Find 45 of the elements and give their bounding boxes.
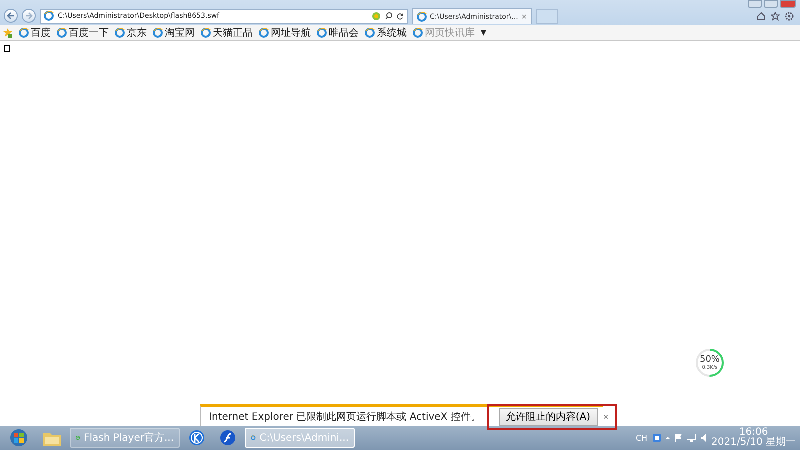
browser-icon xyxy=(201,28,211,38)
input-method-icon[interactable] xyxy=(652,434,661,442)
settings-icon[interactable] xyxy=(785,12,794,20)
forward-button[interactable] xyxy=(22,9,36,23)
search-icon xyxy=(385,12,393,20)
browser-icon xyxy=(57,28,67,38)
favorites-star-icon[interactable] xyxy=(3,28,13,38)
favorite-link[interactable]: 网址导航 xyxy=(259,26,311,40)
browser-icon xyxy=(259,28,269,38)
notification-flag-icon[interactable] xyxy=(674,434,682,442)
home-icon[interactable] xyxy=(757,12,766,20)
folder-icon xyxy=(43,430,61,446)
percent-label: 50% xyxy=(700,355,720,365)
browser-icon xyxy=(153,28,163,38)
favorite-link[interactable]: 唯品会 xyxy=(317,26,359,40)
page-icon xyxy=(44,11,54,21)
refresh-icon xyxy=(397,12,404,20)
favorite-link[interactable]: 系统城 xyxy=(365,26,407,40)
notification-message: Internet Explorer 已限制此网页运行脚本或 ActiveX 控件。 xyxy=(209,410,481,424)
network-icon[interactable] xyxy=(686,434,696,442)
favorite-link[interactable]: 淘宝网 xyxy=(153,26,195,40)
compat-icon xyxy=(372,12,381,20)
browser-icon xyxy=(413,28,423,38)
browser-icon xyxy=(19,28,29,38)
start-orb-icon xyxy=(10,429,28,447)
favorite-link[interactable]: 百度 xyxy=(19,26,51,40)
new-tab-button[interactable] xyxy=(536,8,558,24)
favorite-link[interactable]: 百度一下 xyxy=(57,26,109,40)
plugin-placeholder-icon xyxy=(4,45,10,52)
favorite-link[interactable]: 天猫正品 xyxy=(201,26,253,40)
star-icon[interactable] xyxy=(771,12,780,20)
forward-arrow-icon xyxy=(25,12,33,20)
browser-icon xyxy=(417,12,427,22)
allow-content-button[interactable]: 允许阻止的内容(A) xyxy=(498,408,598,426)
back-arrow-icon xyxy=(7,12,15,20)
browser-icon xyxy=(317,28,327,38)
favorite-link[interactable]: 京东 xyxy=(115,26,147,40)
volume-icon[interactable] xyxy=(700,434,707,442)
k-app-icon xyxy=(189,430,205,446)
browser-icon xyxy=(115,28,125,38)
browser-icon xyxy=(365,28,375,38)
back-button[interactable] xyxy=(4,9,18,23)
flash-icon xyxy=(220,430,236,446)
tray-arrow-icon[interactable] xyxy=(666,436,670,440)
close-notification-button[interactable]: × xyxy=(604,412,609,422)
